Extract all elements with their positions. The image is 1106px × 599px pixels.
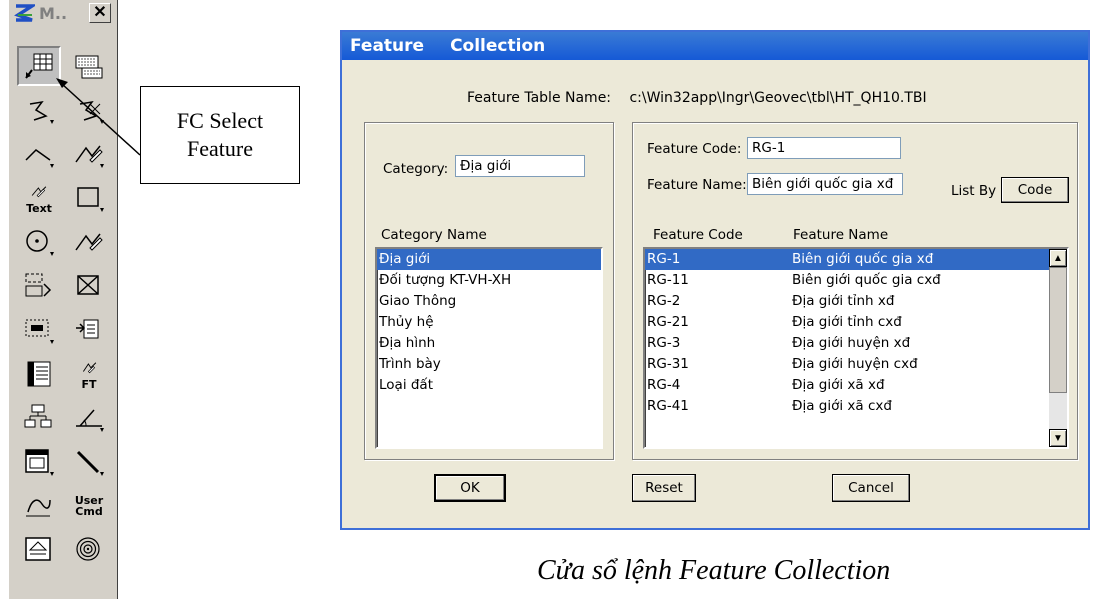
feature-table-row: Feature Table Name: c:\Win32app\Ingr\Geo…: [467, 90, 927, 106]
list-by-code-button[interactable]: Code: [1001, 177, 1069, 203]
scroll-up-icon[interactable]: ▲: [1049, 249, 1067, 267]
feature-table-value: c:\Win32app\Ingr\Geovec\tbl\HT_QH10.TBI: [629, 90, 927, 106]
feature-name-label: Feature Name:: [647, 177, 747, 193]
feature-row-code: RG-31: [647, 356, 689, 372]
cancel-button[interactable]: Cancel: [832, 474, 910, 502]
feature-row[interactable]: RG-4 Địa giới xã xđ: [645, 375, 1049, 396]
category-group: Category: Địa giới Category Name Địa giớ…: [364, 122, 614, 460]
reset-button[interactable]: Reset: [632, 474, 696, 502]
feature-row-code: RG-21: [647, 314, 689, 330]
feature-row-name: Địa giới huyện cxđ: [792, 356, 918, 372]
callout-line-1: FC Select: [176, 108, 264, 133]
category-item[interactable]: Giao Thông: [377, 291, 601, 312]
dialog-title-feature: Feature: [350, 36, 425, 56]
ok-button[interactable]: OK: [434, 474, 506, 502]
category-item[interactable]: Địa hình: [377, 333, 601, 354]
category-item[interactable]: Loại đất: [377, 375, 601, 396]
category-item[interactable]: Trình bày: [377, 354, 601, 375]
feature-row-name: Biên giới quốc gia xđ: [792, 251, 934, 267]
feature-list-scrollbar[interactable]: ▲ ▼: [1049, 249, 1067, 447]
feature-group: Feature Code: RG-1 Feature Name: Biên gi…: [632, 122, 1078, 460]
feature-listbox[interactable]: RG-1 Biên giới quốc gia xđ RG-11 Biên gi…: [643, 247, 1069, 449]
feature-row[interactable]: RG-2 Địa giới tỉnh xđ: [645, 291, 1049, 312]
feature-row-code: RG-3: [647, 335, 681, 351]
scroll-down-icon[interactable]: ▼: [1049, 429, 1067, 447]
feature-name-input[interactable]: Biên giới quốc gia xđ: [747, 173, 903, 195]
feature-row[interactable]: RG-21 Địa giới tỉnh cxđ: [645, 312, 1049, 333]
dialog-titlebar: Feature Collection: [342, 32, 1088, 60]
category-item[interactable]: Thủy hệ: [377, 312, 601, 333]
callout-line-2: Feature: [187, 136, 253, 161]
feature-row-name: Địa giới xã xđ: [792, 377, 885, 393]
category-item[interactable]: Đối tượng KT-VH-XH: [377, 270, 601, 291]
feature-row-code: RG-2: [647, 293, 681, 309]
feature-row-name: Biên giới quốc gia cxđ: [792, 272, 941, 288]
figure-caption: Cửa sổ lệnh Feature Collection: [537, 555, 891, 586]
feature-row-name: Địa giới tỉnh xđ: [792, 293, 895, 309]
feature-row-code: RG-1: [647, 251, 681, 267]
feature-collection-dialog: Feature Collection Feature Table Name: c…: [340, 30, 1090, 530]
feature-table-label: Feature Table Name:: [467, 90, 612, 106]
feature-row-code: RG-41: [647, 398, 689, 414]
feature-row[interactable]: RG-31 Địa giới huyện cxđ: [645, 354, 1049, 375]
feature-row[interactable]: RG-11 Biên giới quốc gia cxđ: [645, 270, 1049, 291]
category-label: Category:: [383, 161, 449, 177]
category-item[interactable]: Địa giới: [377, 249, 601, 270]
dialog-title-collection: Collection: [450, 36, 546, 56]
category-list-header: Category Name: [381, 227, 487, 243]
feature-row-code: RG-11: [647, 272, 689, 288]
fc-select-feature-callout: FC Select Feature: [140, 86, 300, 184]
feature-row-name: Địa giới tỉnh cxđ: [792, 314, 902, 330]
feature-row-code: RG-4: [647, 377, 681, 393]
list-by-label: List By: [951, 183, 997, 199]
fc-header-name: Feature Name: [793, 227, 889, 243]
category-input[interactable]: Địa giới: [455, 155, 585, 177]
feature-row[interactable]: RG-1 Biên giới quốc gia xđ: [645, 249, 1049, 270]
feature-row[interactable]: RG-3 Địa giới huyện xđ: [645, 333, 1049, 354]
category-listbox[interactable]: Địa giới Đối tượng KT-VH-XH Giao Thông T…: [375, 247, 603, 449]
feature-row[interactable]: RG-41 Địa giới xã cxđ: [645, 396, 1049, 417]
fc-header-code: Feature Code: [653, 227, 743, 243]
feature-code-input[interactable]: RG-1: [747, 137, 901, 159]
feature-row-name: Địa giới xã cxđ: [792, 398, 892, 414]
feature-code-label: Feature Code:: [647, 141, 742, 157]
scrollbar-thumb[interactable]: [1049, 267, 1067, 393]
feature-row-name: Địa giới huyện xđ: [792, 335, 911, 351]
